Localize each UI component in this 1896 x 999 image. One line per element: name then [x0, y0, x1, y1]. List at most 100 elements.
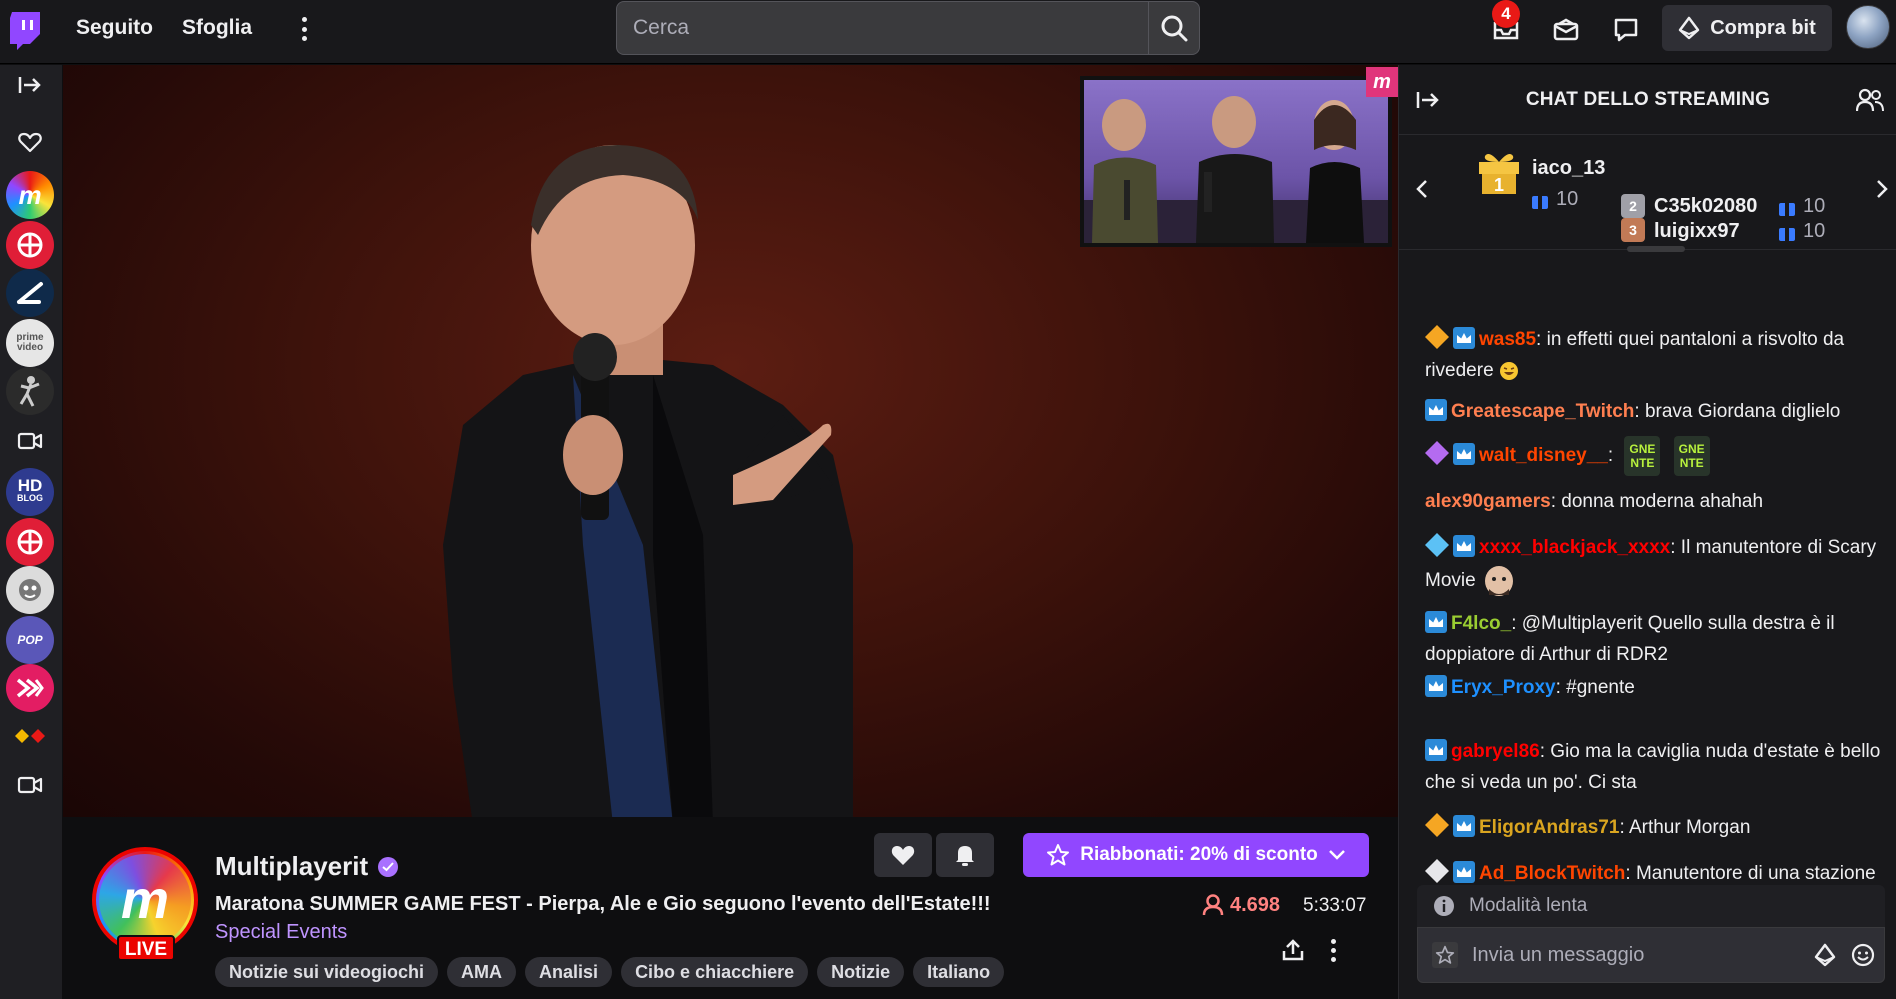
verified-icon [378, 856, 399, 877]
chat-username[interactable]: Greatescape_Twitch [1451, 401, 1634, 422]
chat-message: gabryel86: Gio ma la caviglia nuda d'est… [1425, 736, 1885, 798]
search-input[interactable] [616, 1, 1148, 55]
tag[interactable]: Notizie sui videogiochi [215, 957, 439, 987]
emote-picker-icon[interactable] [1850, 942, 1876, 968]
bits-badge-icon [1425, 325, 1449, 349]
sidebar-channel-prime-video[interactable]: prime video [6, 319, 54, 367]
leaderboard-scroll-indicator [1627, 246, 1685, 252]
prime-badge-icon [1453, 815, 1475, 837]
chat-username[interactable]: xxxx_blackjack_xxxx [1479, 537, 1670, 558]
prime-video-text: prime video [16, 332, 44, 353]
speaker-figure [443, 145, 853, 817]
prime-badge-icon [1425, 675, 1447, 697]
gift-icon [1532, 191, 1548, 209]
community-icon[interactable] [1855, 85, 1885, 115]
leaderboard-count-value: 10 [1803, 220, 1826, 242]
more-options-icon[interactable] [1318, 935, 1348, 965]
chat-username[interactable]: walt_disney__ [1479, 445, 1608, 466]
bits-icon[interactable] [1812, 942, 1838, 968]
chat-panel: CHAT DELLO STREAMING 1 iaco_13 10 2 C35k… [1398, 65, 1896, 999]
notification-count-badge: 4 [1492, 0, 1520, 28]
expand-sidebar-icon[interactable] [10, 65, 50, 105]
more-options-icon[interactable] [292, 14, 316, 44]
chat-message: was85: in effetti quei pantaloni a risvo… [1425, 324, 1885, 386]
tag[interactable]: AMA [447, 957, 517, 987]
sidebar-channel-everyeye[interactable] [6, 269, 54, 317]
chevron-right-icon[interactable] [1867, 174, 1896, 204]
chevron-down-icon [1328, 850, 1345, 860]
first-place-gift-icon: 1 [1477, 148, 1521, 196]
chat-message: EligorAndras71: Arthur Morgan [1425, 812, 1885, 843]
info-icon [1434, 896, 1454, 916]
chat-username[interactable]: Ad_BlockTwitch [1479, 863, 1625, 884]
user-avatar[interactable] [1846, 5, 1890, 49]
left-sidebar: m prime video HD BLOG POP [0, 65, 62, 999]
chat-username[interactable]: was85 [1479, 329, 1536, 350]
twitch-logo-icon[interactable] [8, 10, 42, 50]
hdblog-blog-text: BLOG [17, 493, 43, 503]
leaderboard-name[interactable]: luigixx97 [1654, 220, 1740, 243]
tag[interactable]: Notizie [817, 957, 905, 987]
sidebar-channel-multiplayerit[interactable]: m [6, 171, 54, 219]
resubscribe-button[interactable]: Riabbonati: 20% di sconto [1023, 833, 1369, 877]
video-player[interactable]: m [63, 65, 1398, 817]
chat-message-input[interactable] [1472, 928, 1792, 982]
chat-message: Eryx_Proxy: #gnente [1425, 672, 1885, 703]
leaderboard-count-value: 10 [1803, 195, 1826, 217]
sidebar-channel-chevron[interactable] [6, 664, 54, 712]
chat-text: : donna moderna ahahah [1550, 491, 1764, 512]
buy-bits-button[interactable]: Compra bit [1662, 5, 1832, 51]
chat-rewards-star-icon[interactable] [1432, 942, 1458, 968]
nav-following[interactable]: Seguito [76, 16, 153, 40]
chat-message: F4lco_: @Multiplayerit Quello sulla dest… [1425, 608, 1885, 670]
chat-text: : #gnente [1555, 677, 1635, 698]
chat-username[interactable]: EligorAndras71 [1479, 817, 1619, 838]
mail-icon[interactable] [1546, 10, 1586, 50]
stream-title: Maratona SUMMER GAME FEST - Pierpa, Ale … [215, 893, 991, 915]
channel-avatar-letter: m [99, 854, 191, 946]
gift-icon [1779, 198, 1795, 216]
chat-username[interactable]: alex90gamers [1425, 491, 1551, 512]
prime-badge-icon [1453, 861, 1475, 883]
tag[interactable]: Cibo e chiacchiere [621, 957, 809, 987]
sidebar-channel-ign[interactable] [6, 221, 54, 269]
sidebar-channel-gems[interactable] [6, 712, 54, 760]
live-badge: LIVE [117, 935, 175, 961]
resubscribe-label: Riabbonati: 20% di sconto [1080, 844, 1318, 865]
whispers-icon[interactable] [1606, 10, 1646, 50]
notifications-button[interactable] [936, 833, 994, 877]
chat-username[interactable]: gabryel86 [1451, 741, 1540, 762]
gnente-emote: GNE NTE [1673, 436, 1710, 476]
tag[interactable]: Italiano [913, 957, 1005, 987]
prime-badge-icon [1425, 399, 1447, 421]
sidebar-channel-hdblog[interactable]: HD BLOG [6, 468, 54, 516]
viewer-count-value: 4.698 [1230, 893, 1281, 916]
leaderboard-name[interactable]: iaco_13 [1532, 157, 1605, 180]
sidebar-channel-mascot[interactable] [6, 566, 54, 614]
chat-title: CHAT DELLO STREAMING [1525, 88, 1771, 110]
follow-button[interactable] [874, 833, 932, 877]
chat-message: Greatescape_Twitch: brava Giordana digli… [1425, 396, 1885, 427]
chat-username[interactable]: F4lco_ [1451, 613, 1511, 634]
tag[interactable]: Analisi [525, 957, 613, 987]
picture-in-picture-feed[interactable] [1080, 76, 1392, 247]
sidebar-channel-dancer[interactable] [6, 367, 54, 415]
first-place-rank: 1 [1494, 175, 1504, 195]
video-camera-icon-2[interactable] [10, 765, 50, 805]
sidebar-channel-ign-italia[interactable] [6, 518, 54, 566]
video-camera-icon[interactable] [10, 421, 50, 461]
stream-category[interactable]: Special Events [215, 921, 347, 944]
prime-badge-icon [1453, 535, 1475, 557]
sidebar-channel-pop[interactable]: POP [6, 616, 54, 664]
channel-name[interactable]: Multiplayerit [215, 851, 368, 882]
leaderboard-name[interactable]: C35k02080 [1654, 195, 1757, 218]
followed-heart-icon[interactable] [10, 122, 50, 162]
search-button[interactable] [1148, 1, 1200, 55]
nav-browse[interactable]: Sfoglia [182, 16, 252, 40]
chevron-left-icon[interactable] [1407, 174, 1437, 204]
chat-username[interactable]: Eryx_Proxy [1451, 677, 1556, 698]
collapse-chat-icon[interactable] [1413, 85, 1443, 115]
share-icon[interactable] [1278, 935, 1308, 965]
multiplayer-watermark: m [1366, 67, 1398, 97]
hdblog-hd-text: HD [17, 476, 43, 495]
